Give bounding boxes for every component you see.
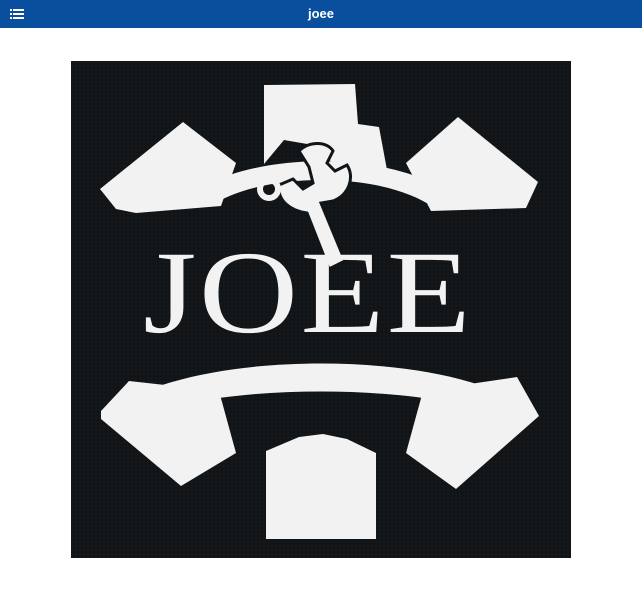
app-bar: joee xyxy=(0,0,642,28)
main-content: JOEE xyxy=(0,28,642,592)
logo-wordmark: JOEE xyxy=(143,227,473,358)
logo-image: JOEE xyxy=(71,61,571,558)
app-title: joee xyxy=(307,6,334,21)
